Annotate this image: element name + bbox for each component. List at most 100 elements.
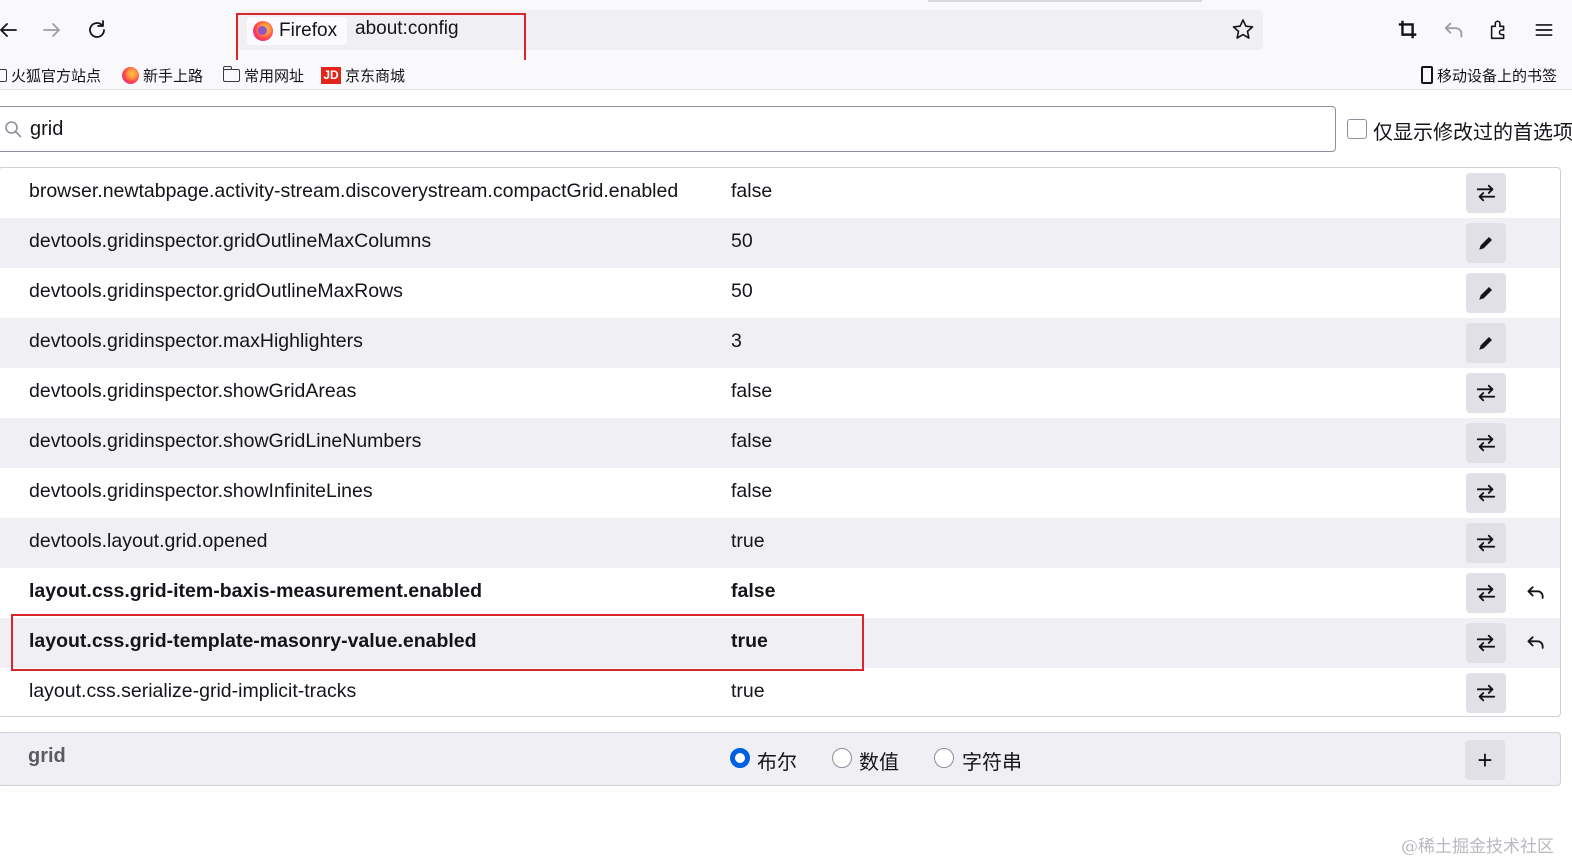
undo-button[interactable]: [1441, 17, 1467, 43]
pref-name: devtools.gridinspector.maxHighlighters: [29, 330, 363, 352]
toggle-button[interactable]: [1466, 573, 1506, 613]
add-pref-button[interactable]: +: [1465, 740, 1505, 780]
menu-button[interactable]: [1531, 17, 1557, 43]
pref-value: 3: [731, 330, 742, 352]
pref-name: devtools.layout.grid.opened: [29, 530, 268, 552]
pref-row[interactable]: devtools.gridinspector.showGridAreas fals…: [0, 368, 1560, 418]
pref-row[interactable]: devtools.layout.grid.opened true: [0, 518, 1560, 568]
pencil-icon: [1479, 237, 1492, 250]
bookmark-item[interactable]: 常用网址: [222, 63, 304, 87]
edit-button[interactable]: [1466, 223, 1506, 263]
toggle-button[interactable]: [1466, 623, 1506, 663]
back-icon: [0, 23, 17, 37]
type-label-string[interactable]: 字符串: [962, 746, 1022, 775]
bookmark-item[interactable]: JD 京东商城: [321, 63, 405, 87]
pref-value: false: [731, 380, 773, 402]
toggle-button[interactable]: [1466, 523, 1506, 563]
pref-row[interactable]: layout.css.grid-item-baxis-measurement.e…: [0, 568, 1560, 618]
reload-button[interactable]: [81, 14, 113, 46]
mobile-device-icon: [1421, 66, 1433, 84]
annotation-highlight-url: [236, 13, 526, 66]
toggle-arrows-icon: [1476, 534, 1496, 552]
show-modified-label[interactable]: 仅显示修改过的首选项: [1373, 116, 1572, 145]
pref-row[interactable]: devtools.gridinspector.gridOutlineMaxCol…: [0, 218, 1560, 268]
toggle-arrows-icon: [1476, 584, 1496, 602]
pref-row[interactable]: devtools.gridinspector.showGridLineNumbe…: [0, 418, 1560, 468]
folder-icon: [0, 68, 7, 82]
forward-button[interactable]: [36, 14, 68, 46]
pref-value: true: [731, 630, 768, 652]
menu-icon: [1535, 24, 1553, 36]
mobile-bookmarks[interactable]: 移动设备上的书签: [1421, 63, 1557, 87]
pref-value: false: [731, 480, 773, 502]
pref-row[interactable]: layout.css.serialize-grid-implicit-track…: [0, 668, 1560, 716]
bookmarks-toolbar: 火狐官方站点 新手上路 常用网址 JD 京东商城 移动设备上的书签: [0, 60, 1572, 90]
extensions-icon: [1490, 20, 1505, 40]
toggle-button[interactable]: [1466, 173, 1506, 213]
reset-icon: [1527, 636, 1544, 649]
pencil-icon: [1479, 287, 1492, 300]
reset-button[interactable]: [1524, 631, 1548, 655]
pref-row[interactable]: devtools.gridinspector.maxHighlighters 3: [0, 318, 1560, 368]
edit-button[interactable]: [1466, 323, 1506, 363]
type-radio-number[interactable]: [832, 748, 852, 768]
bookmark-label: 京东商城: [345, 67, 406, 85]
pref-name: devtools.gridinspector.showGridLineNumbe…: [29, 430, 422, 452]
toggle-button[interactable]: [1466, 473, 1506, 513]
type-radio-string[interactable]: [934, 748, 954, 768]
add-icon: +: [1477, 744, 1493, 775]
toggle-arrows-icon: [1476, 684, 1496, 702]
pref-row[interactable]: layout.css.grid-template-masonry-value.e…: [0, 618, 1560, 668]
pref-value: 50: [731, 280, 753, 302]
watermark: @稀土掘金技术社区: [1401, 837, 1554, 857]
reset-button[interactable]: [1524, 581, 1548, 605]
toggle-button[interactable]: [1466, 423, 1506, 463]
bookmark-item[interactable]: 火狐官方站点: [0, 63, 101, 87]
pref-value: false: [731, 180, 773, 202]
toggle-arrows-icon: [1476, 384, 1496, 402]
pref-row[interactable]: devtools.gridinspector.showInfiniteLines…: [0, 468, 1560, 518]
pref-value: true: [731, 530, 765, 552]
pref-name: browser.newtabpage.activity-stream.disco…: [29, 180, 679, 202]
bookmark-star-icon: [1232, 19, 1254, 39]
pref-value: 50: [731, 230, 753, 252]
extensions-button[interactable]: [1486, 17, 1512, 43]
back-button[interactable]: [0, 14, 24, 46]
pref-name: devtools.gridinspector.showGridAreas: [29, 380, 357, 402]
toggle-button[interactable]: [1466, 673, 1506, 713]
reset-icon: [1527, 586, 1544, 599]
bookmark-star-button[interactable]: [1230, 17, 1256, 43]
toggle-arrows-icon: [1476, 484, 1496, 502]
pref-value: false: [731, 580, 776, 602]
bookmark-label: 火狐官方站点: [11, 67, 102, 85]
navigation-toolbar: Firefox about:config: [0, 0, 1572, 66]
pref-row[interactable]: devtools.gridinspector.gridOutlineMaxRow…: [0, 268, 1560, 318]
toggle-button[interactable]: [1466, 373, 1506, 413]
tab-strip-edge: [928, 0, 1202, 2]
type-radio-boolean[interactable]: [730, 748, 750, 768]
new-pref-name: grid: [28, 745, 66, 767]
jd-icon: JD: [321, 66, 341, 84]
type-label-number[interactable]: 数值: [859, 746, 899, 775]
pref-value: false: [731, 430, 773, 452]
pref-value: true: [731, 680, 765, 702]
bookmark-item[interactable]: 新手上路: [122, 63, 203, 87]
folder-icon: [222, 65, 240, 82]
toggle-arrows-icon: [1476, 634, 1496, 652]
search-icon: [5, 121, 22, 138]
pref-row[interactable]: browser.newtabpage.activity-stream.disco…: [0, 168, 1560, 218]
type-label-boolean[interactable]: 布尔: [757, 746, 797, 775]
undo-icon: [1444, 22, 1463, 38]
pref-name: layout.css.serialize-grid-implicit-track…: [29, 680, 357, 702]
mobile-bookmarks-label: 移动设备上的书签: [1437, 67, 1558, 85]
search-input[interactable]: [30, 114, 1320, 144]
bookmark-label: 新手上路: [143, 67, 204, 85]
edit-button[interactable]: [1466, 273, 1506, 313]
crop-icon: [1398, 20, 1417, 39]
pref-name: layout.css.grid-item-baxis-measurement.e…: [29, 580, 482, 602]
pref-name: devtools.gridinspector.gridOutlineMaxCol…: [29, 230, 432, 252]
show-modified-checkbox[interactable]: [1347, 119, 1367, 139]
pref-name: devtools.gridinspector.showInfiniteLines: [29, 480, 373, 502]
firefox-icon: [122, 66, 139, 84]
screenshot-button[interactable]: [1395, 17, 1421, 43]
